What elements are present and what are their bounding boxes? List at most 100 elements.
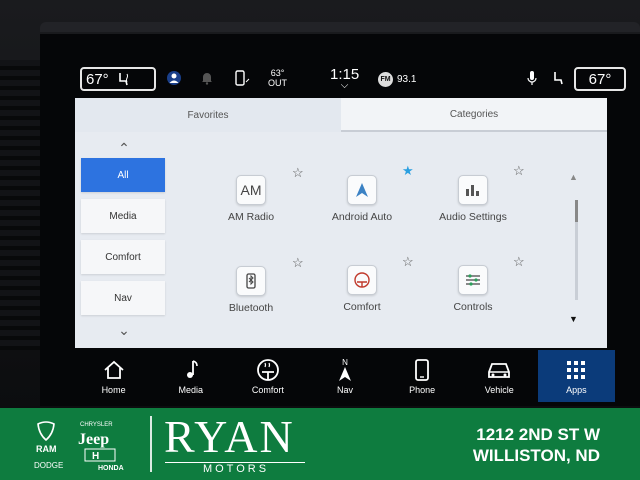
am-icon-text: AM xyxy=(240,182,262,198)
music-note-icon xyxy=(183,358,199,382)
apps-grid-icon xyxy=(566,358,586,382)
passenger-climate-button[interactable]: 67° xyxy=(574,67,626,91)
fm-badge: FM xyxy=(378,72,393,87)
favorite-star-icon[interactable]: ★ xyxy=(402,163,414,179)
status-bar: 67° 63° OUT 1:15 ⌵ FM 93.1 67° xyxy=(40,62,640,98)
dealer-address: 1212 2ND ST W WILLISTON, ND xyxy=(473,424,600,466)
phone-status-icon[interactable] xyxy=(234,70,252,86)
app-label: Controls xyxy=(453,301,493,313)
dealer-banner: RAM CHRYSLER Jeep H DODGE HONDA RYAN MOT… xyxy=(0,408,640,480)
nav-nav-button[interactable]: N Nav xyxy=(306,350,383,402)
scrollbar-thumb[interactable] xyxy=(575,200,578,222)
scroll-up-icon[interactable]: ▲ xyxy=(569,172,578,182)
nav-home-button[interactable]: Home xyxy=(75,350,152,402)
nav-comfort-button[interactable]: Comfort xyxy=(229,350,306,402)
app-label: Comfort xyxy=(343,301,381,313)
tab-categories-label: Categories xyxy=(449,108,499,120)
svg-text:CHRYSLER: CHRYSLER xyxy=(80,422,113,428)
svg-text:H: H xyxy=(92,451,99,462)
nav-label: Comfort xyxy=(251,384,284,395)
nav-label: Home xyxy=(101,384,126,395)
category-all-button[interactable]: All xyxy=(81,158,165,192)
app-bluetooth[interactable]: Bluetooth xyxy=(206,266,296,314)
passenger-temp: 67° xyxy=(588,70,612,88)
outside-temp-label: OUT xyxy=(268,78,287,88)
app-label: AM Radio xyxy=(227,211,275,223)
favorite-star-icon[interactable]: ☆ xyxy=(513,163,525,179)
am-radio-icon: AM xyxy=(236,175,266,205)
comfort-icon xyxy=(347,265,377,295)
air-vent xyxy=(0,60,40,350)
tab-categories[interactable]: Categories xyxy=(341,98,607,132)
nav-media-button[interactable]: Media xyxy=(152,350,229,402)
radio-status[interactable]: FM 93.1 xyxy=(378,72,416,87)
heated-seat-icon xyxy=(118,73,128,86)
category-label: Media xyxy=(109,210,137,222)
svg-text:RAM: RAM xyxy=(36,444,57,454)
passenger-heated-seat-icon[interactable] xyxy=(550,70,566,86)
svg-text:Jeep: Jeep xyxy=(78,431,109,448)
tab-bar: Favorites Categories xyxy=(75,98,607,132)
category-nav-button[interactable]: Nav xyxy=(81,281,165,315)
chevron-down-icon[interactable]: ⌄ xyxy=(81,322,167,340)
notification-bell-icon[interactable] xyxy=(200,71,214,85)
tab-favorites-label: Favorites xyxy=(187,109,229,121)
nav-vehicle-button[interactable]: Vehicle xyxy=(461,350,538,402)
outside-temp: 63° OUT xyxy=(268,68,287,88)
app-android-auto[interactable]: Android Auto xyxy=(317,175,407,223)
scroll-down-icon[interactable]: ▼ xyxy=(569,314,578,324)
clock[interactable]: 1:15 ⌵ xyxy=(330,66,359,91)
phone-icon xyxy=(415,358,430,382)
chevron-up-icon[interactable]: ⌃ xyxy=(81,140,167,158)
nav-label: Vehicle xyxy=(484,384,514,395)
category-media-button[interactable]: Media xyxy=(81,199,165,233)
brand-logos: RAM CHRYSLER Jeep H DODGE HONDA xyxy=(30,418,140,472)
home-icon xyxy=(103,358,125,382)
banner-divider xyxy=(150,416,152,472)
address-line-2: WILLISTON, ND xyxy=(472,446,600,465)
controls-icon xyxy=(458,265,488,295)
category-label: All xyxy=(117,169,129,181)
nav-apps-button[interactable]: Apps xyxy=(537,350,615,402)
app-controls[interactable]: Controls xyxy=(428,265,518,313)
tab-favorites[interactable]: Favorites xyxy=(75,98,341,132)
android-auto-icon xyxy=(347,175,377,205)
dealer-subname: MOTORS xyxy=(202,463,270,475)
compass-icon: N xyxy=(338,358,351,382)
driver-climate-button[interactable]: 67° xyxy=(80,67,156,91)
driver-temp: 67° xyxy=(86,70,109,88)
category-label: Nav xyxy=(114,292,132,304)
nav-label: Nav xyxy=(336,384,353,395)
favorite-star-icon[interactable]: ☆ xyxy=(292,255,304,271)
favorite-star-icon[interactable]: ☆ xyxy=(292,165,304,181)
microphone-icon[interactable] xyxy=(526,70,538,86)
brand-logos-graphic: RAM CHRYSLER Jeep H DODGE HONDA xyxy=(34,421,124,472)
outside-temp-value: 63° xyxy=(270,68,285,78)
svg-text:HONDA: HONDA xyxy=(98,465,124,472)
vehicle-icon xyxy=(486,358,512,382)
category-comfort-button[interactable]: Comfort xyxy=(81,240,165,274)
category-label: Comfort xyxy=(105,251,141,263)
bottom-nav: Home Media Comfort N Nav Phone Vehicle A… xyxy=(75,350,615,402)
nav-label: Media xyxy=(178,384,203,395)
app-comfort[interactable]: Comfort xyxy=(317,265,407,313)
radio-frequency: 93.1 xyxy=(397,74,417,85)
apps-content: ⌃ All Media Comfort Nav ⌄ AM AM Radio ☆ … xyxy=(75,132,607,348)
favorite-star-icon[interactable]: ☆ xyxy=(513,254,525,270)
app-label: Audio Settings xyxy=(439,211,507,223)
bezel-top-edge xyxy=(40,22,640,32)
nav-label: Phone xyxy=(409,384,436,395)
app-am-radio[interactable]: AM AM Radio xyxy=(206,175,296,223)
driver-profile-icon[interactable] xyxy=(166,70,182,86)
address-line-1: 1212 2ND ST W xyxy=(476,425,600,444)
bluetooth-icon xyxy=(236,266,266,296)
audio-settings-icon xyxy=(458,175,488,205)
favorite-star-icon[interactable]: ☆ xyxy=(402,254,414,270)
compass-letter: N xyxy=(342,358,348,367)
dealer-name: RYAN xyxy=(164,411,295,462)
app-label: Android Auto xyxy=(331,211,393,223)
app-audio-settings[interactable]: Audio Settings xyxy=(428,175,518,223)
category-sidebar: ⌃ All Media Comfort Nav ⌄ xyxy=(81,140,167,340)
app-label: Bluetooth xyxy=(228,302,274,314)
nav-phone-button[interactable]: Phone xyxy=(384,350,461,402)
